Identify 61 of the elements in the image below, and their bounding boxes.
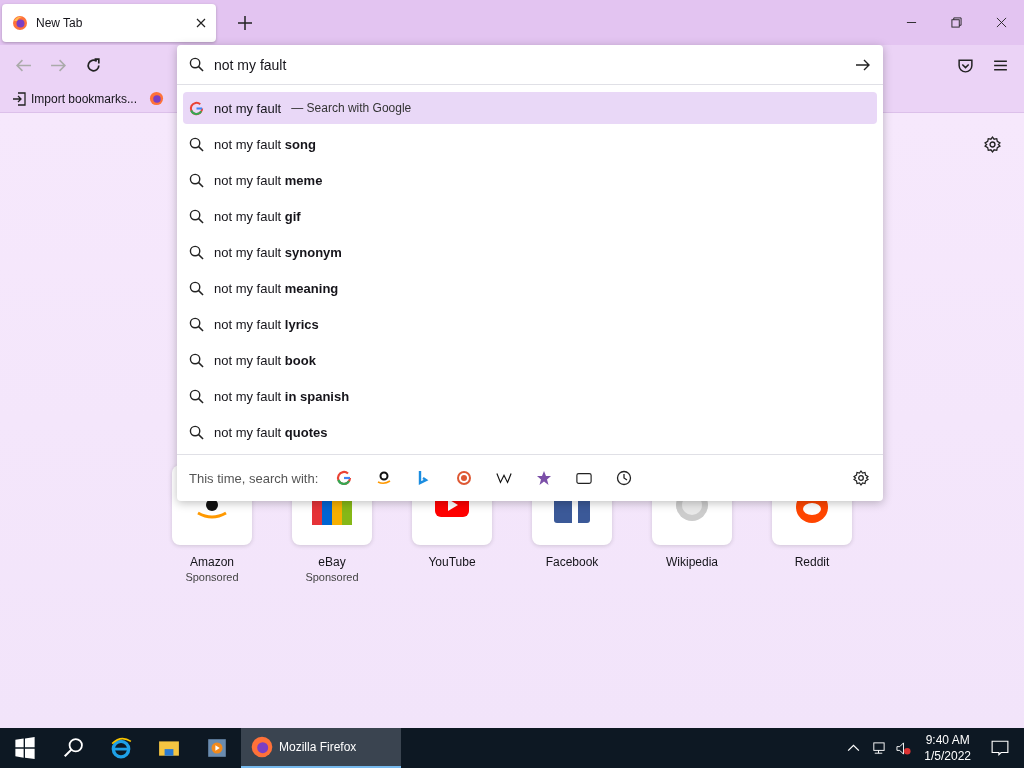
- suggestion-row[interactable]: not my fault meaning: [183, 272, 877, 304]
- reload-icon[interactable]: [85, 56, 102, 74]
- search-icon: [189, 208, 204, 224]
- suggestion-row[interactable]: not my fault — Search with Google: [183, 92, 877, 124]
- star-icon[interactable]: [536, 470, 553, 486]
- site-name: Reddit: [794, 555, 830, 569]
- bookmark-item[interactable]: Import bookmarks...: [12, 91, 138, 106]
- start-icon[interactable]: [14, 737, 36, 759]
- google-icon: [189, 100, 204, 116]
- search-icon: [189, 136, 204, 152]
- settings-icon[interactable]: [853, 470, 869, 486]
- wikipedia-icon[interactable]: [496, 470, 513, 486]
- search-icon: [189, 388, 204, 404]
- browser-logo-icon: [12, 14, 28, 31]
- amazon-icon[interactable]: [376, 470, 393, 486]
- sponsored-label: Sponsored: [305, 571, 359, 583]
- search-icon: [189, 172, 204, 188]
- suggestion-row[interactable]: not my fault book: [183, 344, 877, 376]
- search-icon[interactable]: [62, 737, 84, 759]
- browser-icon[interactable]: [110, 737, 132, 759]
- pocket-icon[interactable]: [957, 56, 974, 74]
- close-icon[interactable]: [996, 17, 1007, 28]
- new-tab-icon[interactable]: [238, 15, 252, 30]
- suggestion-row[interactable]: not my fault in spanish: [183, 380, 877, 412]
- suggestion-row[interactable]: not my fault song: [183, 128, 877, 160]
- close-icon[interactable]: [196, 17, 206, 28]
- browser-logo-icon: [251, 736, 273, 758]
- taskbar-app-button[interactable]: Mozilla Firefox: [241, 728, 401, 768]
- suggestion-row[interactable]: not my fault meme: [183, 164, 877, 196]
- import-icon: [12, 91, 26, 106]
- search-icon: [189, 424, 204, 440]
- suggestion-row[interactable]: not my fault quotes: [183, 416, 877, 448]
- search-icon: [189, 280, 204, 296]
- site-name: Amazon: [190, 555, 234, 569]
- clock-time: 9:40 AM: [925, 732, 970, 748]
- search-icon: [189, 316, 204, 332]
- suggestion-row[interactable]: not my fault synonym: [183, 236, 877, 268]
- search-with-label: This time, search with:: [189, 470, 319, 486]
- tab-icon[interactable]: [576, 470, 593, 486]
- site-name: Wikipedia: [666, 555, 718, 569]
- media-player-icon[interactable]: [206, 737, 228, 759]
- notifications-icon[interactable]: [991, 739, 1009, 757]
- clock-date: 1/5/2022: [924, 748, 971, 764]
- browser-tab[interactable]: New Tab: [2, 3, 216, 42]
- history-icon[interactable]: [616, 470, 633, 486]
- search-icon: [189, 244, 204, 260]
- google-icon[interactable]: [336, 470, 353, 486]
- volume-muted-icon[interactable]: [896, 740, 912, 756]
- network-icon[interactable]: [871, 740, 887, 756]
- search-icon: [189, 352, 204, 368]
- site-logo-icon: [312, 501, 352, 525]
- suggestion-row[interactable]: not my fault gif: [183, 200, 877, 232]
- sponsored-label: Sponsored: [185, 571, 239, 583]
- suggestion-row[interactable]: not my fault lyrics: [183, 308, 877, 340]
- settings-icon[interactable]: [984, 136, 1001, 153]
- browser-logo-icon[interactable]: [149, 91, 165, 106]
- site-name: Facebook: [545, 555, 599, 569]
- restore-icon[interactable]: [951, 17, 962, 28]
- search-icon: [189, 57, 204, 72]
- site-name: YouTube: [428, 555, 476, 569]
- site-name: eBay: [318, 555, 346, 569]
